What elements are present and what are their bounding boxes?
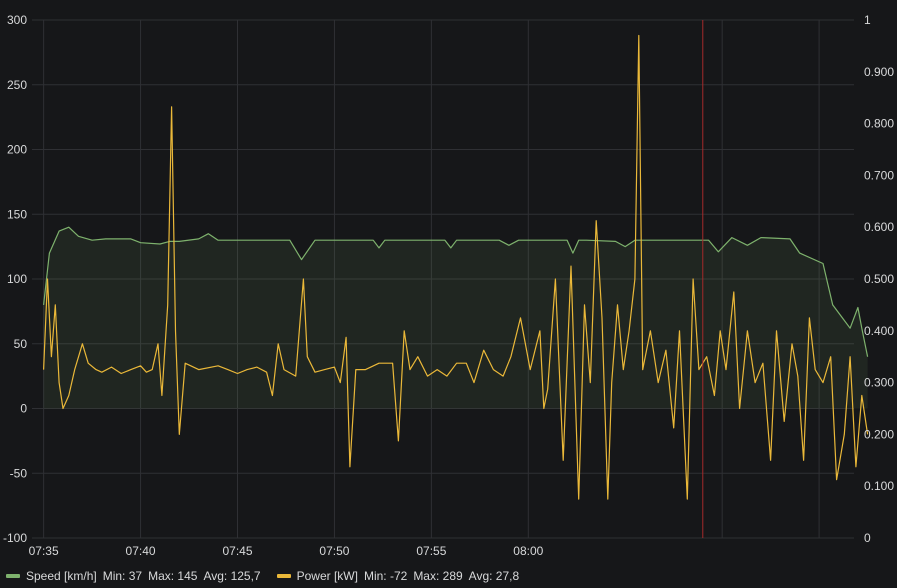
x-tick-label: 07:45 xyxy=(222,544,252,558)
right-y-axis: 0 0.100 0.200 0.300 0.400 0.500 0.600 0.700 0.80… xyxy=(864,13,894,545)
left-y-tick-label: 100 xyxy=(7,272,27,286)
legend-max-power: Max: 289 xyxy=(413,569,463,583)
x-tick-label: 07:50 xyxy=(319,544,349,558)
right-y-tick-label: 0.100 xyxy=(864,479,894,493)
left-y-tick-label: -50 xyxy=(10,466,28,480)
legend: Speed [km/h] Min: 37 Max: 145 Avg: 125,7… xyxy=(0,566,897,586)
legend-label-power: Power [kW] xyxy=(296,569,358,583)
left-y-tick-label: 300 xyxy=(7,13,27,27)
right-y-tick-label: 0.900 xyxy=(864,65,894,79)
x-axis: 07:35 07:40 07:45 07:50 07:55 08:00 xyxy=(29,544,544,558)
left-y-tick-label: 250 xyxy=(7,78,27,92)
legend-avg-speed: Avg: 125,7 xyxy=(203,569,261,583)
right-y-tick-label: 0.600 xyxy=(864,220,894,234)
legend-item-power[interactable]: Power [kW] Min: -72 Max: 289 Avg: 27,8 xyxy=(276,569,520,583)
x-tick-label: 08:00 xyxy=(513,544,543,558)
right-y-tick-label: 0 xyxy=(864,531,871,545)
legend-label-speed: Speed [km/h] xyxy=(26,569,97,583)
right-y-tick-label: 0.700 xyxy=(864,168,894,182)
right-y-tick-label: 0.500 xyxy=(864,272,894,286)
left-y-tick-label: 50 xyxy=(14,337,28,351)
left-y-tick-label: 200 xyxy=(7,143,27,157)
right-y-tick-label: 0.300 xyxy=(864,376,894,390)
legend-avg-power: Avg: 27,8 xyxy=(468,569,520,583)
left-y-tick-label: 150 xyxy=(7,207,27,221)
legend-min-speed: Min: 37 xyxy=(102,569,143,583)
left-y-tick-label: -100 xyxy=(3,531,27,545)
right-y-tick-label: 1 xyxy=(864,13,871,27)
left-y-axis: -100 -50 0 50 100 150 200 250 300 xyxy=(3,13,27,545)
legend-item-speed[interactable]: Speed [km/h] Min: 37 Max: 145 Avg: 125,7 xyxy=(6,569,261,583)
right-y-tick-label: 0.200 xyxy=(864,427,894,441)
legend-swatch-power xyxy=(276,574,291,578)
x-tick-label: 07:40 xyxy=(126,544,156,558)
series-layer xyxy=(43,34,869,500)
right-y-tick-label: 0.400 xyxy=(864,324,894,338)
legend-swatch-speed xyxy=(6,574,20,578)
left-y-tick-label: 0 xyxy=(20,402,27,416)
chart-canvas: -100 -50 0 50 100 150 200 250 300 0 0.100 0.200 0.3… xyxy=(3,13,894,558)
x-tick-label: 07:35 xyxy=(29,544,59,558)
legend-max-speed: Max: 145 xyxy=(148,569,198,583)
right-y-tick-label: 0.800 xyxy=(864,117,894,131)
legend-min-power: Min: -72 xyxy=(363,569,408,583)
x-tick-label: 07:55 xyxy=(416,544,446,558)
